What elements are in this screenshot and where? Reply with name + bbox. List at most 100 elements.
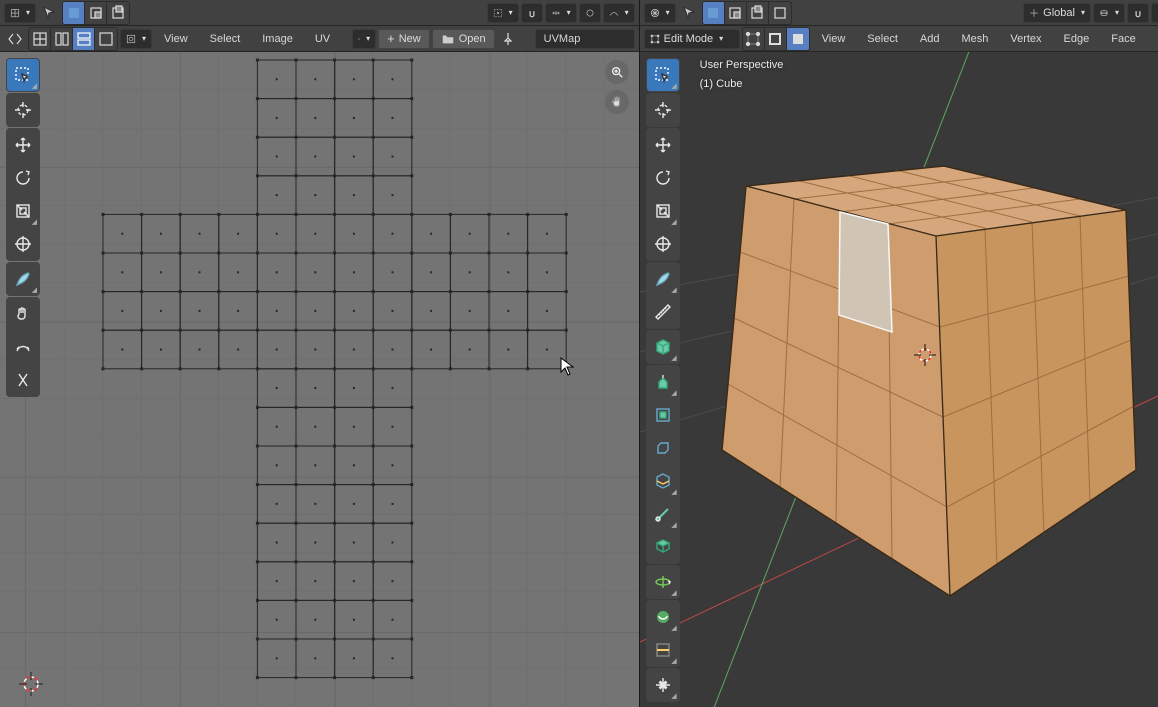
- tool-annotate[interactable]: ◢: [647, 263, 679, 295]
- sync-sel-3[interactable]: [107, 2, 129, 24]
- editor-switch-icon[interactable]: [4, 28, 26, 50]
- 3d-menu-vertex[interactable]: Vertex: [1000, 26, 1051, 52]
- 3d-viewport[interactable]: User Perspective (1) Cube ◢◢◢◢◢◢◢◢◢◢◢: [640, 52, 1158, 707]
- tool-measure[interactable]: [647, 296, 679, 328]
- uv-2d-cursor-icon: [16, 669, 46, 699]
- open-button[interactable]: Open: [432, 29, 495, 49]
- new-button[interactable]: + New: [378, 29, 430, 49]
- zoom-icon[interactable]: [605, 60, 629, 84]
- sync-sel-2[interactable]: [85, 2, 107, 24]
- uv-toolbox: ◢ ◢ ◢: [6, 58, 40, 397]
- shading-1[interactable]: [703, 2, 725, 24]
- uv-header-menu: ▾ View Select Image UV ▾ + New Open UVMa…: [0, 26, 639, 52]
- menu-uv[interactable]: UV: [305, 26, 340, 52]
- tool-smooth[interactable]: ◢: [647, 601, 679, 633]
- disp-mode-2[interactable]: [51, 28, 73, 50]
- shading-2[interactable]: [725, 2, 747, 24]
- overlay-object: (1) Cube: [700, 75, 784, 94]
- image-browse[interactable]: ▾: [352, 29, 376, 49]
- tool-grab[interactable]: [7, 298, 39, 330]
- uv-editor-panel: ▾ ▾ ▾ ▾: [0, 0, 640, 707]
- tool-knife[interactable]: ◢: [647, 498, 679, 530]
- 3d-menu-mesh[interactable]: Mesh: [951, 26, 998, 52]
- orientation-dropdown[interactable]: Global ▾: [1023, 3, 1091, 23]
- sel-face[interactable]: [787, 28, 809, 50]
- tool-add-cube[interactable]: ◢: [647, 331, 679, 363]
- tool-transform[interactable]: [647, 228, 679, 260]
- snap-increment-dropdown[interactable]: ▾: [545, 3, 577, 23]
- sel-vertex[interactable]: [743, 28, 765, 50]
- mode-dropdown[interactable]: Edit Mode ▾: [644, 29, 740, 49]
- 3d-menu-edge[interactable]: Edge: [1054, 26, 1100, 52]
- pivot-3d-dropdown[interactable]: ▾: [1093, 3, 1125, 23]
- tool-annotate[interactable]: ◢: [7, 263, 39, 295]
- 3d-menu-uv[interactable]: UV: [1148, 26, 1158, 52]
- tool-loopcut[interactable]: ◢: [647, 465, 679, 497]
- tool-spin[interactable]: ◢: [647, 566, 679, 598]
- 3d-menu-select[interactable]: Select: [857, 26, 908, 52]
- tool-shrink[interactable]: ◢: [647, 669, 679, 701]
- 3d-menu-view[interactable]: View: [812, 26, 856, 52]
- disp-mode-3[interactable]: [73, 28, 95, 50]
- overlay-perspective: User Perspective: [700, 56, 784, 75]
- tool-move[interactable]: [647, 129, 679, 161]
- tool-scale[interactable]: ◢: [647, 195, 679, 227]
- falloff-dropdown[interactable]: ▾: [603, 3, 635, 23]
- snap-3d-dropdown[interactable]: [1127, 3, 1149, 23]
- tool-relax[interactable]: [7, 331, 39, 363]
- shading-3[interactable]: [747, 2, 769, 24]
- snap-3d-type-dropdown[interactable]: ▾: [1151, 3, 1158, 23]
- 3d-menu-face[interactable]: Face: [1101, 26, 1145, 52]
- orientation-label: Global: [1043, 7, 1075, 19]
- editor-type-dropdown[interactable]: ▾: [4, 3, 36, 23]
- 3d-viewport-panel: ▾ Global ▾ ▾ ▾ Edit Mode ▾: [640, 0, 1158, 707]
- shading-4[interactable]: [769, 2, 791, 24]
- 3d-editor-type-dropdown[interactable]: ▾: [644, 3, 676, 23]
- pivot-dropdown[interactable]: ▾: [487, 3, 519, 23]
- tool-edgeslide[interactable]: ◢: [647, 634, 679, 666]
- tool-move[interactable]: [7, 129, 39, 161]
- new-label: New: [399, 33, 421, 45]
- 3d-toolbox: ◢◢◢◢◢◢◢◢◢◢◢: [646, 58, 680, 702]
- tool-polybuild[interactable]: [647, 531, 679, 563]
- tool-tweak[interactable]: ◢: [647, 59, 679, 91]
- uv-header-top: ▾ ▾ ▾ ▾: [0, 0, 639, 26]
- uv-viewport[interactable]: ◢ ◢ ◢: [0, 52, 639, 707]
- 3d-menu-add[interactable]: Add: [910, 26, 950, 52]
- tool-inset[interactable]: [647, 399, 679, 431]
- 3d-header-top: ▾ Global ▾ ▾ ▾: [640, 0, 1158, 26]
- tool-bevel[interactable]: [647, 432, 679, 464]
- 3d-cursor-icon[interactable]: [678, 2, 700, 24]
- tool-rotate[interactable]: [7, 162, 39, 194]
- menu-select[interactable]: Select: [200, 26, 251, 52]
- tool-tweak[interactable]: ◢: [7, 59, 39, 91]
- sync-sel-1[interactable]: [63, 2, 85, 24]
- proportional-dropdown[interactable]: [579, 3, 601, 23]
- menu-view[interactable]: View: [154, 26, 198, 52]
- tool-cursor[interactable]: [7, 94, 39, 126]
- tool-pinch[interactable]: [7, 364, 39, 396]
- pin-icon[interactable]: [497, 28, 519, 50]
- sel-edge[interactable]: [765, 28, 787, 50]
- uv-unwrap: [0, 52, 639, 707]
- uvmap-field-label: UVMap: [544, 33, 581, 45]
- tool-rotate[interactable]: [647, 162, 679, 194]
- menu-image[interactable]: Image: [252, 26, 303, 52]
- viewport-overlay-text: User Perspective (1) Cube: [700, 56, 784, 93]
- disp-mode-1[interactable]: [29, 28, 51, 50]
- tool-transform[interactable]: [7, 228, 39, 260]
- open-label: Open: [459, 33, 486, 45]
- uv-nav-floats: [605, 60, 629, 114]
- pan-icon[interactable]: [605, 90, 629, 114]
- uvmap-field[interactable]: UVMap: [535, 29, 635, 49]
- cursor-tool-icon[interactable]: [38, 2, 60, 24]
- tool-cursor[interactable]: [647, 94, 679, 126]
- snap-dropdown[interactable]: [521, 3, 543, 23]
- tool-extrude[interactable]: ◢: [647, 366, 679, 398]
- disp-mode-4[interactable]: [95, 28, 117, 50]
- tool-scale[interactable]: ◢: [7, 195, 39, 227]
- 3d-cursor-icon: [910, 340, 940, 370]
- channels-dropdown[interactable]: ▾: [120, 29, 152, 49]
- mode-label: Edit Mode: [664, 33, 714, 45]
- 3d-header-menu: Edit Mode ▾ View Select Add Mesh Vertex …: [640, 26, 1158, 52]
